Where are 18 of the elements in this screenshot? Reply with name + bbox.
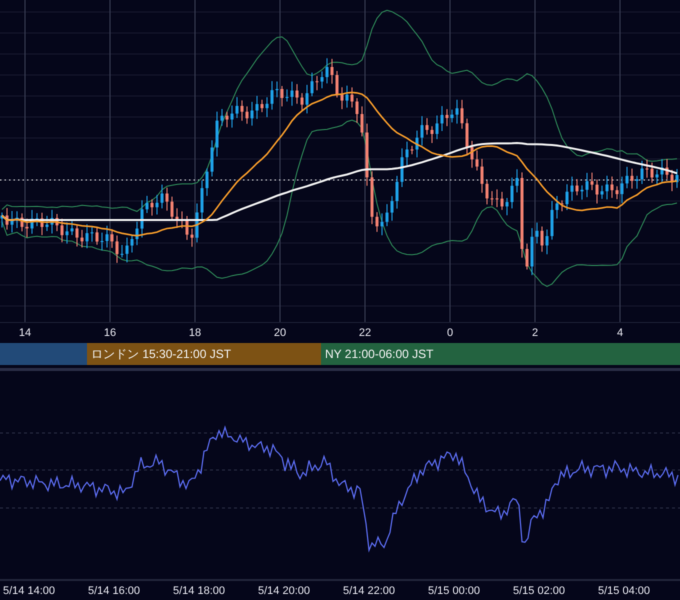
axis-label: 5/14 22:00	[342, 585, 396, 597]
axis-label: 4	[616, 327, 624, 339]
axis-label: 5/14 18:00	[172, 585, 226, 597]
session-label: ロンドン 15:30-21:00 JST	[90, 346, 232, 362]
axis-label: 14	[18, 327, 32, 339]
axis-label: 5/14 20:00	[257, 585, 311, 597]
axis-label: 5/14 14:00	[2, 585, 56, 597]
session-label: NY 21:00-06:00 JST	[324, 347, 434, 361]
axis-label: 16	[102, 327, 118, 339]
axis-label: 0	[446, 327, 454, 339]
axis-label: 5/15 04:00	[597, 585, 651, 597]
axis-label: 5/14 16:00	[87, 585, 141, 597]
axis-label: 20	[272, 327, 288, 339]
axis-label: 18	[188, 327, 202, 339]
axis-label: 2	[530, 327, 540, 339]
axis-label: 5/15 02:00	[512, 585, 566, 597]
axis-label: 5/15 00:00	[427, 585, 481, 597]
axis-label: 22	[358, 327, 372, 339]
